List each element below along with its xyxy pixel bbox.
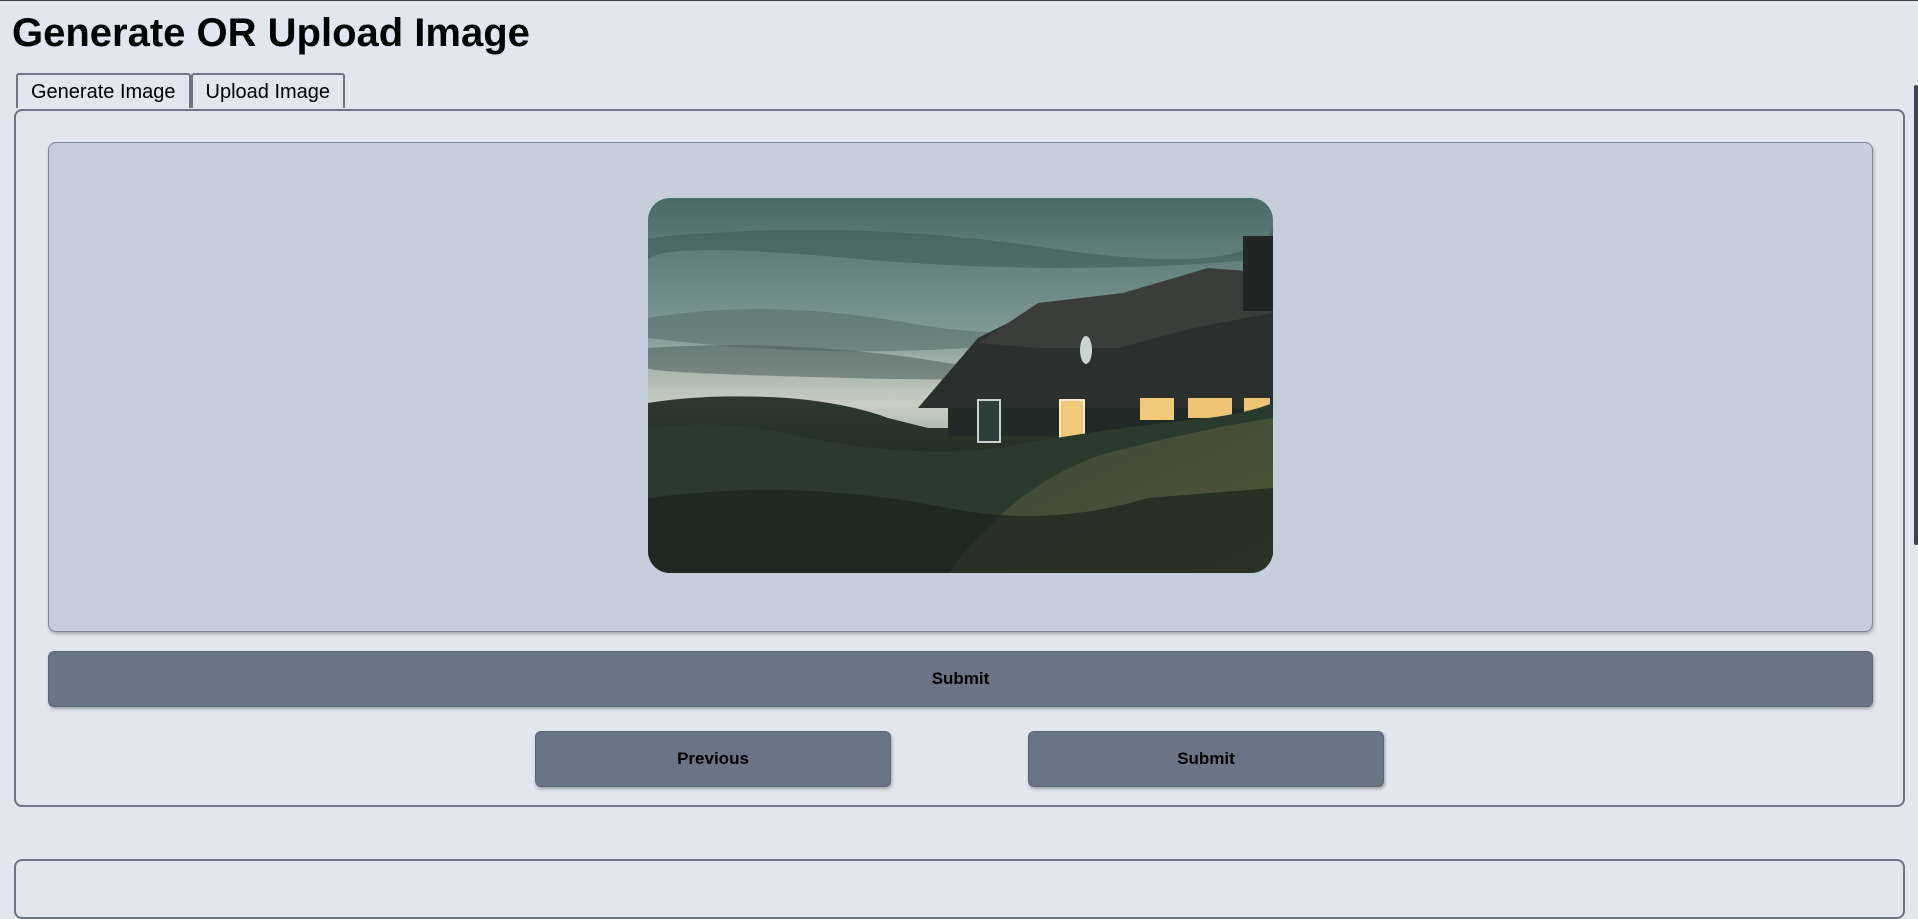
- vertical-scrollbar[interactable]: [1914, 85, 1918, 545]
- submit-button-wide[interactable]: Submit: [48, 651, 1873, 707]
- tab-upload-image[interactable]: Upload Image: [190, 73, 346, 108]
- image-display-area: [48, 142, 1873, 632]
- submit-button[interactable]: Submit: [1028, 731, 1384, 787]
- image-preview: [648, 198, 1273, 573]
- tab-generate-image[interactable]: Generate Image: [16, 73, 191, 108]
- tab-panel: Submit Previous Submit: [14, 109, 1905, 807]
- lower-panel: [14, 859, 1905, 919]
- tab-bar: Generate Image Upload Image: [16, 73, 346, 108]
- page-title: Generate OR Upload Image: [12, 11, 530, 55]
- previous-button[interactable]: Previous: [535, 731, 891, 787]
